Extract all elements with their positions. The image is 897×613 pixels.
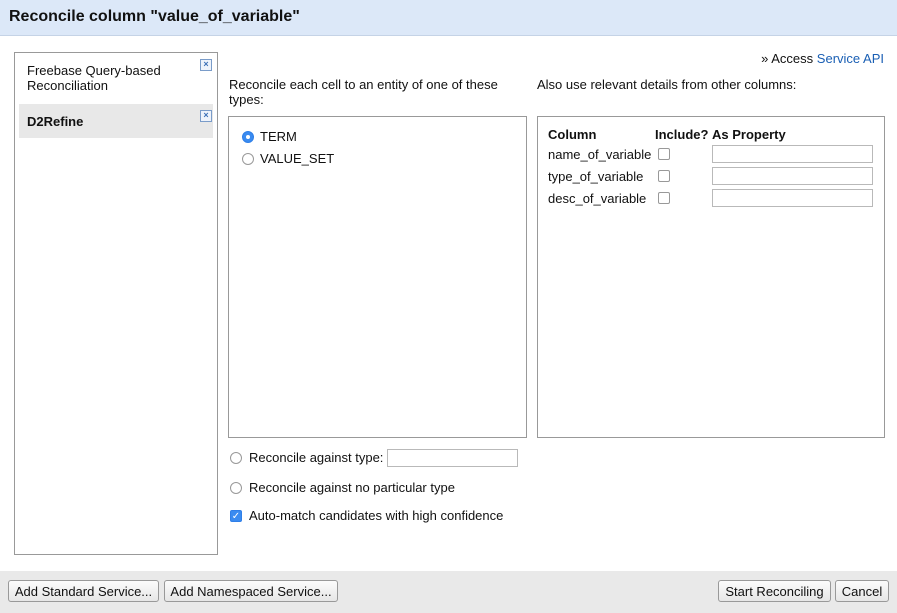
property-input[interactable]: [712, 145, 873, 163]
include-checkbox[interactable]: [658, 170, 670, 182]
types-heading: Reconcile each cell to an entity of one …: [229, 77, 498, 107]
column-header: Column: [548, 127, 597, 142]
include-checkbox[interactable]: [658, 192, 670, 204]
no-type-label: Reconcile against no particular type: [249, 480, 455, 495]
service-label: D2Refine: [27, 114, 84, 129]
no-type-radio[interactable]: [230, 482, 242, 494]
remove-service-icon[interactable]: ×: [200, 110, 212, 122]
service-label: Freebase Query-based Reconciliation: [27, 63, 161, 93]
service-item-freebase[interactable]: Freebase Query-based Reconciliation ×: [19, 57, 213, 101]
cancel-button[interactable]: Cancel: [835, 580, 889, 602]
service-api-link[interactable]: Service API: [817, 51, 884, 66]
automatch-checkbox[interactable]: ✓: [230, 510, 242, 522]
dialog-title: Reconcile column "value_of_variable": [9, 8, 300, 25]
add-standard-service-button[interactable]: Add Standard Service...: [8, 580, 159, 602]
property-input[interactable]: [712, 167, 873, 185]
property-input[interactable]: [712, 189, 873, 207]
access-service-api: » Access Service API: [761, 51, 884, 66]
add-namespaced-service-button[interactable]: Add Namespaced Service...: [164, 580, 338, 602]
column-name: desc_of_variable: [548, 191, 647, 206]
service-list: Freebase Query-based Reconciliation × D2…: [14, 52, 218, 555]
start-reconciling-button[interactable]: Start Reconciling: [718, 580, 831, 602]
service-item-d2refine[interactable]: D2Refine ×: [19, 104, 213, 138]
dialog-titlebar: Reconcile column "value_of_variable": [0, 0, 897, 36]
type-label: TERM: [260, 129, 297, 144]
column-name: type_of_variable: [548, 169, 644, 184]
against-type-input[interactable]: [387, 449, 518, 467]
types-box: TERM VALUE_SET: [228, 116, 527, 438]
access-prefix: » Access: [761, 51, 814, 66]
type-radio[interactable]: [242, 153, 254, 165]
remove-service-icon[interactable]: ×: [200, 59, 212, 71]
against-type-radio[interactable]: [230, 452, 242, 464]
dialog-footer: Add Standard Service... Add Namespaced S…: [0, 571, 897, 613]
automatch-label: Auto-match candidates with high confiden…: [249, 508, 504, 523]
against-type-label: Reconcile against type:: [249, 450, 384, 465]
column-name: name_of_variable: [548, 147, 652, 162]
type-radio[interactable]: [242, 131, 254, 143]
details-heading: Also use relevant details from other col…: [537, 77, 797, 92]
include-header: Include?: [655, 127, 709, 142]
type-label: VALUE_SET: [260, 151, 335, 166]
include-checkbox[interactable]: [658, 148, 670, 160]
columns-box: Column Include? As Property name_of_vari…: [537, 116, 885, 438]
property-header: As Property: [712, 127, 786, 142]
